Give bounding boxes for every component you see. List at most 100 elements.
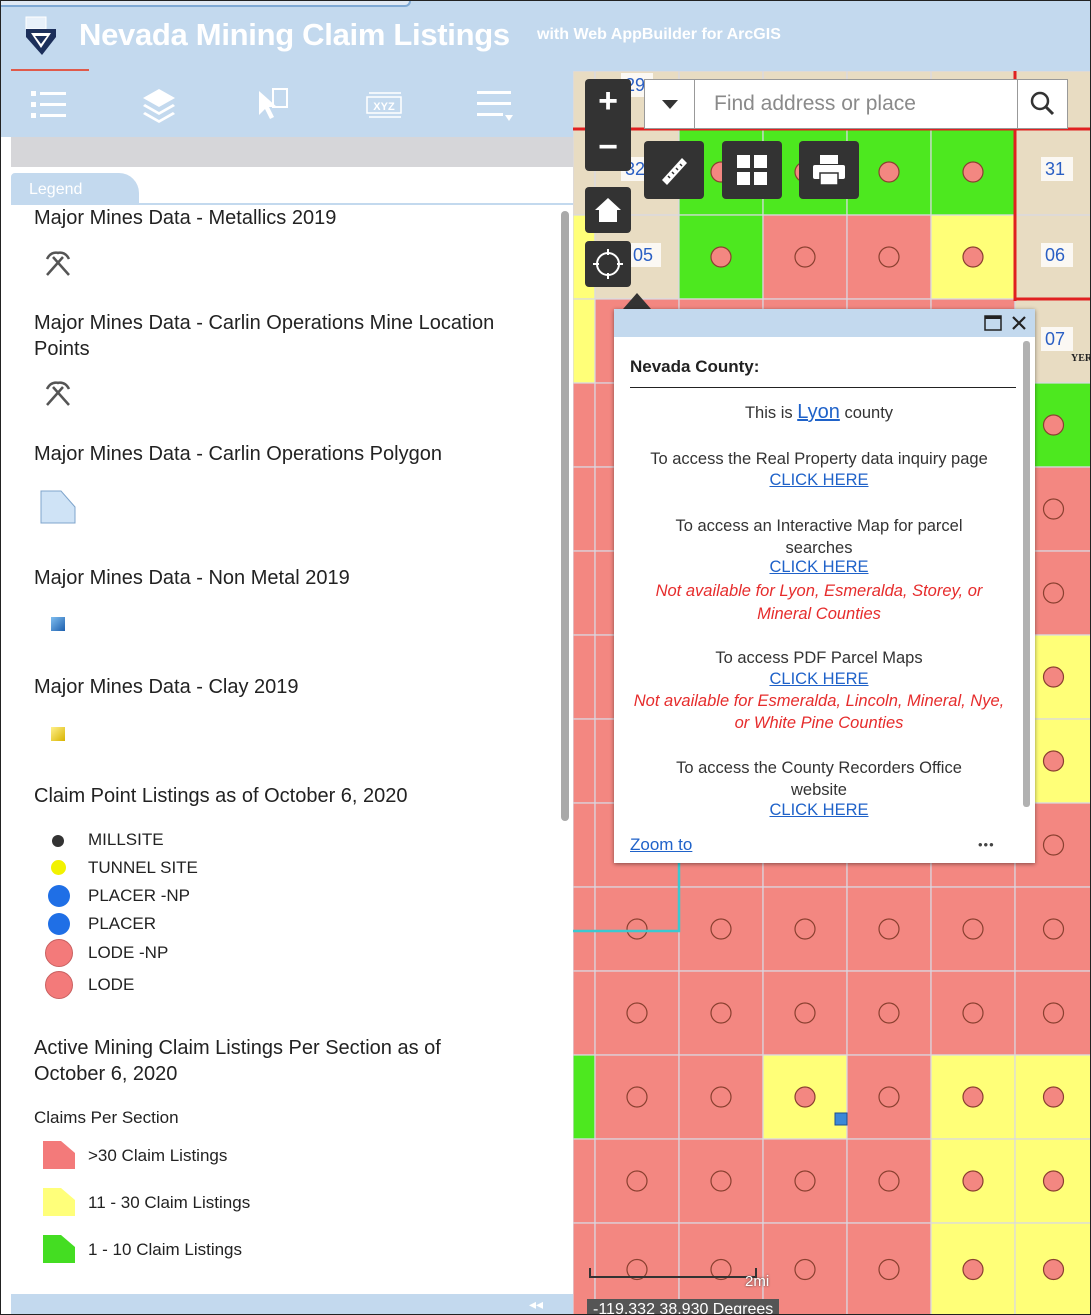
- popup-scrollbar[interactable]: [1023, 341, 1030, 807]
- close-icon[interactable]: [1010, 314, 1028, 332]
- collapse-icon[interactable]: ◂◂: [529, 1296, 543, 1313]
- red-section-swatch: [43, 1141, 75, 1169]
- print-button[interactable]: [799, 141, 859, 199]
- claim-point-marker: [1042, 1170, 1065, 1192]
- map-section-cell: [573, 382, 596, 468]
- legend-item-label: TUNNEL SITE: [88, 858, 198, 877]
- popup-pointer: [623, 293, 651, 309]
- claim-point-marker: [878, 1258, 900, 1281]
- info-popup: Nevada County: This is Lyon county To ac…: [614, 309, 1035, 863]
- app-subtitle: with Web AppBuilder for ArcGIS: [537, 26, 781, 43]
- legend-item-label: >30 Claim Listings: [88, 1146, 228, 1165]
- zoom-controls: + −: [585, 79, 631, 171]
- layers-icon[interactable]: [139, 85, 179, 125]
- map-section-cell: [573, 466, 596, 552]
- polygon-swatch: [40, 490, 76, 524]
- svg-text:XYZ: XYZ: [373, 101, 395, 113]
- legend-item-label: 11 - 30 Claim Listings: [88, 1193, 251, 1212]
- search-input[interactable]: [697, 80, 1017, 128]
- county-name-link[interactable]: Lyon: [797, 401, 840, 423]
- interactive-map-link: CLICK HERE: [614, 558, 1024, 577]
- grid-icon: [737, 155, 767, 185]
- claim-point-marker: [1042, 1002, 1065, 1024]
- claim-point-marker: [1042, 498, 1065, 520]
- layer-title: Major Mines Data - Carlin Operations Min…: [34, 312, 495, 360]
- claim-point-marker: [878, 1002, 900, 1024]
- claim-point-marker: [962, 918, 984, 940]
- claim-point-marker: [1042, 666, 1065, 688]
- section-number-label: 07: [1045, 329, 1065, 349]
- zoom-in-button[interactable]: +: [585, 79, 631, 125]
- coordinate-icon[interactable]: XYZ: [365, 85, 405, 125]
- map-section-cell: [573, 1138, 596, 1224]
- zoom-to-link[interactable]: Zoom to: [630, 835, 692, 855]
- claim-point-marker: [710, 918, 732, 940]
- select-icon[interactable]: [253, 85, 293, 125]
- printer-icon: [813, 155, 845, 186]
- interactive-map-text: To access an Interactive Map for parcel …: [675, 517, 963, 557]
- map-section-cell: [573, 634, 596, 720]
- claim-point-marker: [626, 1170, 648, 1192]
- more-actions-icon[interactable]: •••: [978, 837, 995, 852]
- pdf-maps-note: Not available for Esmeralda, Lincoln, Mi…: [633, 692, 1005, 732]
- layer-title: Claim Point Listings as of October 6, 20…: [34, 785, 408, 807]
- click-here-link[interactable]: CLICK HERE: [769, 471, 868, 489]
- map-section-cell: [573, 970, 596, 1056]
- menu-icon[interactable]: [475, 85, 515, 125]
- basemap-gallery-button[interactable]: [722, 141, 782, 199]
- non-metal-swatch: [51, 617, 65, 631]
- search-source-dropdown[interactable]: [645, 80, 695, 128]
- tunnel-site-symbol: [51, 860, 66, 875]
- zoom-out-button[interactable]: −: [585, 125, 631, 171]
- coordinate-readout: -119.332 38.930 Degrees: [587, 1299, 780, 1314]
- panel-footer: ◂◂: [11, 1294, 573, 1314]
- legend-tab[interactable]: Legend: [11, 173, 139, 203]
- layer-title: Major Mines Data - Non Metal 2019: [34, 567, 350, 589]
- claim-point-marker: [962, 1086, 984, 1108]
- legend-item-label: PLACER -NP: [88, 886, 191, 905]
- nevada-logo-icon: [25, 16, 56, 55]
- locate-button[interactable]: [585, 241, 631, 287]
- claims-per-section-label: Claims Per Section: [34, 1108, 179, 1127]
- map-place-label: YER IND: [1071, 353, 1091, 364]
- interactive-map-note: Not available for Lyon, Esmeralda, Store…: [655, 582, 983, 623]
- pdf-maps-link: CLICK HERE: [614, 670, 1024, 689]
- claim-point-marker: [794, 1086, 816, 1108]
- legend-item-label: 1 - 10 Claim Listings: [88, 1240, 243, 1259]
- map-section-cell: [573, 1054, 596, 1140]
- non-metal-marker: [834, 1112, 848, 1126]
- map-section-cell: [573, 298, 596, 384]
- home-icon: [595, 198, 621, 222]
- app-window: Nevada Mining Claim Listings with Web Ap…: [0, 0, 1091, 1315]
- map-section-cell: [573, 718, 596, 804]
- lode-symbol: [45, 971, 73, 999]
- claim-point-marker: [1042, 414, 1065, 436]
- claim-point-marker: [962, 1170, 984, 1192]
- scale-label: 2mi: [745, 1273, 770, 1290]
- legend-icon[interactable]: [29, 85, 69, 125]
- legend-scrollbar[interactable]: [561, 211, 569, 821]
- clay-swatch: [51, 727, 65, 741]
- measure-button[interactable]: [644, 141, 704, 199]
- maximize-icon[interactable]: [984, 315, 1002, 331]
- claim-point-marker: [794, 1170, 816, 1192]
- layer-title: Major Mines Data - Carlin Operations Pol…: [34, 443, 442, 465]
- map-section-cell: [573, 550, 596, 636]
- legend-tab-label: Legend: [29, 181, 83, 198]
- real-property-text: To access the Real Property data inquiry…: [650, 450, 988, 468]
- claim-point-marker: [794, 246, 816, 268]
- claim-point-marker: [794, 1258, 816, 1281]
- legend-panel: Major Mines Data - Metallics 2019 Major …: [11, 205, 559, 1295]
- layer-title: Major Mines Data - Metallics 2019: [34, 207, 337, 229]
- claim-point-marker: [1042, 834, 1065, 856]
- search-button[interactable]: [1017, 80, 1067, 128]
- home-button[interactable]: [585, 187, 631, 233]
- claim-point-marker: [626, 1002, 648, 1024]
- lode-np-symbol: [45, 939, 73, 967]
- real-property-link: CLICK HERE: [614, 471, 1024, 490]
- claim-point-marker: [626, 918, 648, 940]
- click-here-link[interactable]: CLICK HERE: [769, 801, 868, 819]
- claim-point-marker: [962, 246, 984, 268]
- click-here-link[interactable]: CLICK HERE: [769, 670, 868, 688]
- click-here-link[interactable]: CLICK HERE: [769, 558, 868, 576]
